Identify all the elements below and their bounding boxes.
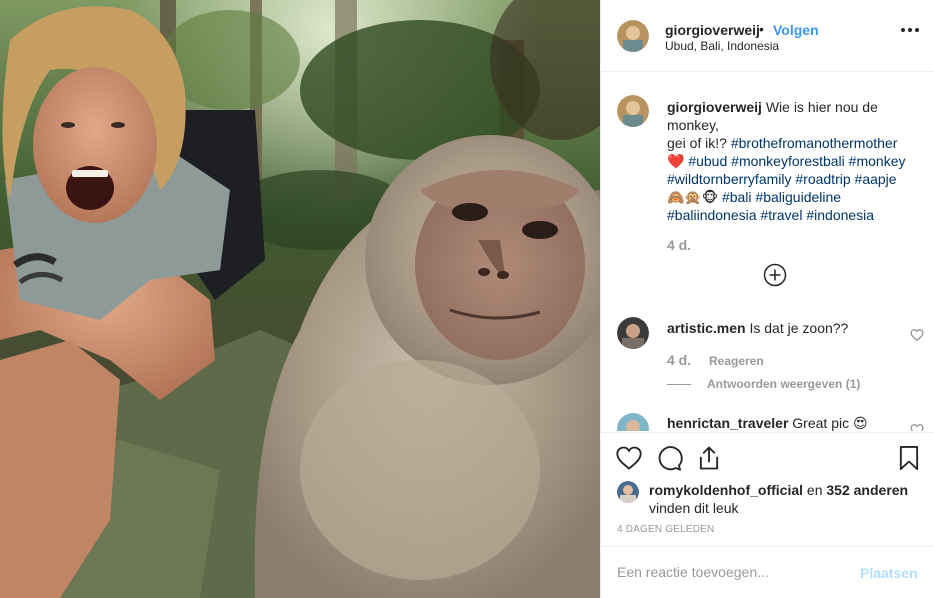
instagram-post: giorgioverweij • Volgen Ubud, Bali, Indo… bbox=[0, 0, 934, 598]
heart-icon[interactable] bbox=[910, 423, 924, 431]
add-comment-bar: Plaatsen bbox=[601, 546, 934, 598]
liker-avatar[interactable] bbox=[617, 481, 639, 503]
heart-emoji: ❤️ bbox=[667, 153, 685, 169]
post-timestamp[interactable]: 4 DAGEN GELEDEN bbox=[617, 524, 714, 535]
commenter-avatar[interactable] bbox=[617, 413, 649, 431]
hashtag-bali[interactable]: #bali bbox=[722, 189, 752, 205]
commenter-avatar[interactable] bbox=[617, 317, 649, 349]
author-username[interactable]: giorgioverweij bbox=[665, 22, 760, 38]
heart-icon[interactable] bbox=[910, 328, 924, 342]
likes-summary: romykoldenhof_official en 352 anderen vi… bbox=[649, 481, 925, 517]
comment-text: Is dat je zoon?? bbox=[749, 320, 849, 336]
hashtag-baliindonesia[interactable]: #baliindonesia bbox=[667, 207, 757, 223]
comment-username[interactable]: henrictan_traveler bbox=[667, 415, 788, 431]
monkey-emojis: 🙈🙊🐵 bbox=[667, 189, 719, 205]
hashtag-baliguideline[interactable]: #baliguideline bbox=[755, 189, 841, 205]
hashtag-wildtornberryfamily[interactable]: #wildtornberryfamily bbox=[667, 171, 791, 187]
likes-connector: en bbox=[806, 482, 823, 498]
post-header: giorgioverweij • Volgen Ubud, Bali, Indo… bbox=[601, 0, 934, 72]
comment-username[interactable]: artistic.men bbox=[667, 320, 746, 336]
post-actions: romykoldenhof_official en 352 anderen vi… bbox=[601, 432, 934, 546]
hashtag-monkeyforestbali[interactable]: #monkeyforestbali bbox=[731, 153, 845, 169]
post-comment-button[interactable]: Plaatsen bbox=[860, 565, 918, 581]
comments-section: giorgioverweij Wie is hier nou de monkey… bbox=[601, 73, 934, 431]
comment-bubble-icon[interactable] bbox=[655, 444, 683, 472]
caption-username[interactable]: giorgioverweij bbox=[667, 99, 762, 115]
post-caption: giorgioverweij Wie is hier nou de monkey… bbox=[667, 98, 927, 224]
liker-username[interactable]: romykoldenhof_official bbox=[649, 482, 803, 498]
comment-body: artistic.men Is dat je zoon?? bbox=[667, 320, 848, 336]
hashtag-travel[interactable]: #travel bbox=[760, 207, 802, 223]
caption-timestamp[interactable]: 4 d. bbox=[667, 237, 691, 253]
hashtag-indonesia[interactable]: #indonesia bbox=[806, 207, 874, 223]
hashtag-roadtrip[interactable]: #roadtrip bbox=[795, 171, 850, 187]
caption-text-line2: monkey, bbox=[667, 117, 719, 133]
selfie-photo-image bbox=[0, 0, 600, 598]
more-horizontal-icon[interactable] bbox=[901, 28, 919, 34]
bookmark-icon[interactable] bbox=[895, 444, 923, 472]
comment-body: henrictan_traveler Great pic 😍 bbox=[667, 415, 868, 431]
share-upload-icon[interactable] bbox=[695, 444, 723, 472]
hashtag-ubud[interactable]: #ubud bbox=[688, 153, 727, 169]
author-avatar[interactable] bbox=[617, 20, 649, 52]
hashtag-monkey[interactable]: #monkey bbox=[849, 153, 906, 169]
view-replies-button[interactable]: Antwoorden weergeven (1) bbox=[707, 377, 860, 391]
caption-text-line1: Wie is hier nou de bbox=[765, 99, 878, 115]
hashtag-aapje[interactable]: #aapje bbox=[855, 171, 897, 187]
follow-button[interactable]: Volgen bbox=[773, 22, 819, 38]
replies-divider bbox=[667, 384, 691, 385]
caption-text-line3: gei of ik!? bbox=[667, 135, 727, 151]
like-heart-icon[interactable] bbox=[615, 444, 643, 472]
reply-button[interactable]: Reageren bbox=[709, 354, 764, 368]
comment-timestamp[interactable]: 4 d. bbox=[667, 352, 691, 368]
likes-count-button[interactable]: 352 anderen bbox=[826, 482, 908, 498]
likes-suffix: vinden dit leuk bbox=[649, 500, 739, 516]
hashtag-brothefromanothermother[interactable]: #brothefromanothermother bbox=[731, 135, 898, 151]
post-photo[interactable] bbox=[0, 0, 600, 598]
load-more-comments-icon[interactable] bbox=[763, 263, 787, 287]
post-side-panel: giorgioverweij • Volgen Ubud, Bali, Indo… bbox=[600, 0, 934, 598]
comment-input[interactable] bbox=[617, 561, 847, 583]
comment-text: Great pic 😍 bbox=[792, 415, 868, 431]
caption-author-avatar[interactable] bbox=[617, 95, 649, 127]
post-location[interactable]: Ubud, Bali, Indonesia bbox=[665, 39, 779, 53]
header-separator: • bbox=[759, 21, 764, 37]
